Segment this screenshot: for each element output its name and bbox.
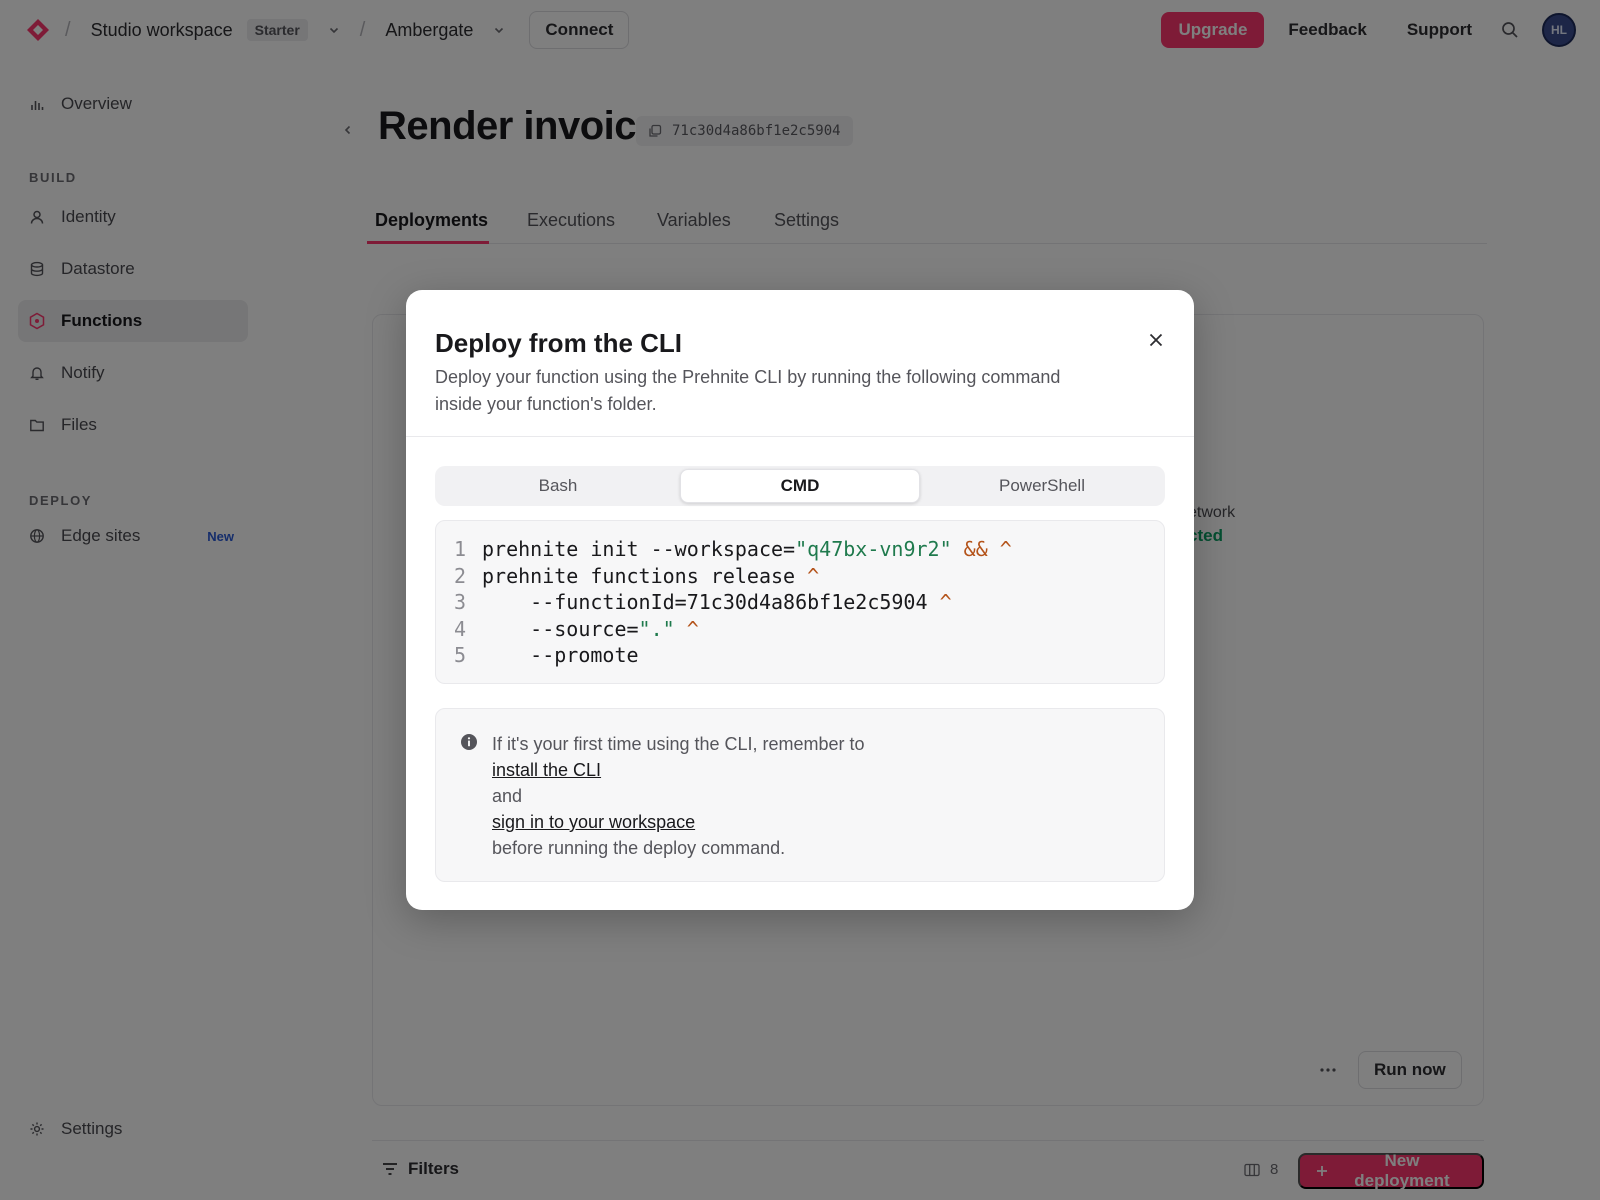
code-block[interactable]: 1 prehnite init --workspace= "q47bx-vn9r2… — [435, 520, 1165, 684]
shell-tab-bash[interactable]: Bash — [438, 469, 678, 503]
modal-description-line: Deploy your function using the Prehnite … — [435, 367, 1061, 387]
cli-info-callout: If it's your first time using the CLI, r… — [435, 708, 1165, 882]
code-text: --promote — [482, 643, 639, 667]
info-line: before running the deploy command. — [492, 838, 786, 858]
code-text: --source= — [482, 616, 639, 641]
code-text: --functionId=71c30d4a86bf1e2c5904 — [482, 590, 928, 614]
info-line: If it's your first time using the CLI, r… — [492, 734, 865, 754]
code-line: 4 --source= "." ^ — [436, 616, 1164, 643]
modal-title: Deploy from the CLI — [435, 328, 683, 358]
close-icon[interactable] — [1142, 326, 1170, 354]
deploy-cli-modal: Deploy from the CLI Deploy your function… — [406, 290, 1194, 910]
code-string: "." — [638, 616, 675, 641]
code-operator: ^ — [674, 616, 699, 641]
info-text: If it's your first time using the CLI, r… — [492, 731, 865, 861]
info-icon — [460, 733, 478, 751]
code-line: 3 --functionId=71c30d4a86bf1e2c5904 ^ — [436, 589, 1164, 616]
sign-in-workspace-link[interactable]: sign in to your workspace — [492, 812, 695, 832]
code-line: 1 prehnite init --workspace= "q47bx-vn9r2… — [436, 536, 1164, 563]
shell-tab-cmd[interactable]: CMD — [680, 469, 920, 503]
code-line: 5 --promote — [436, 642, 1164, 669]
code-line: 2 prehnite functions release ^ — [436, 563, 1164, 590]
line-number: 2 — [453, 563, 466, 588]
line-number: 4 — [453, 616, 466, 641]
modal-description-line: inside your function's folder. — [435, 394, 657, 414]
code-string: "q47bx-vn9r2" — [795, 537, 952, 561]
line-number: 3 — [453, 590, 466, 614]
install-cli-link[interactable]: install the CLI — [492, 760, 601, 780]
line-number: 1 — [453, 537, 466, 561]
shell-selector: Bash CMD PowerShell — [435, 466, 1165, 506]
code-operator: ^ — [795, 563, 820, 588]
code-operator: && ^ — [951, 537, 1012, 561]
code-text: prehnite init --workspace= — [482, 537, 796, 561]
code-text: prehnite functions release — [482, 563, 796, 588]
modal-divider — [406, 436, 1194, 437]
line-number: 5 — [453, 643, 466, 667]
code-operator: ^ — [927, 590, 952, 614]
shell-tab-powershell[interactable]: PowerShell — [922, 469, 1162, 503]
modal-description: Deploy your function using the Prehnite … — [435, 364, 1095, 418]
info-line: and — [492, 786, 523, 806]
